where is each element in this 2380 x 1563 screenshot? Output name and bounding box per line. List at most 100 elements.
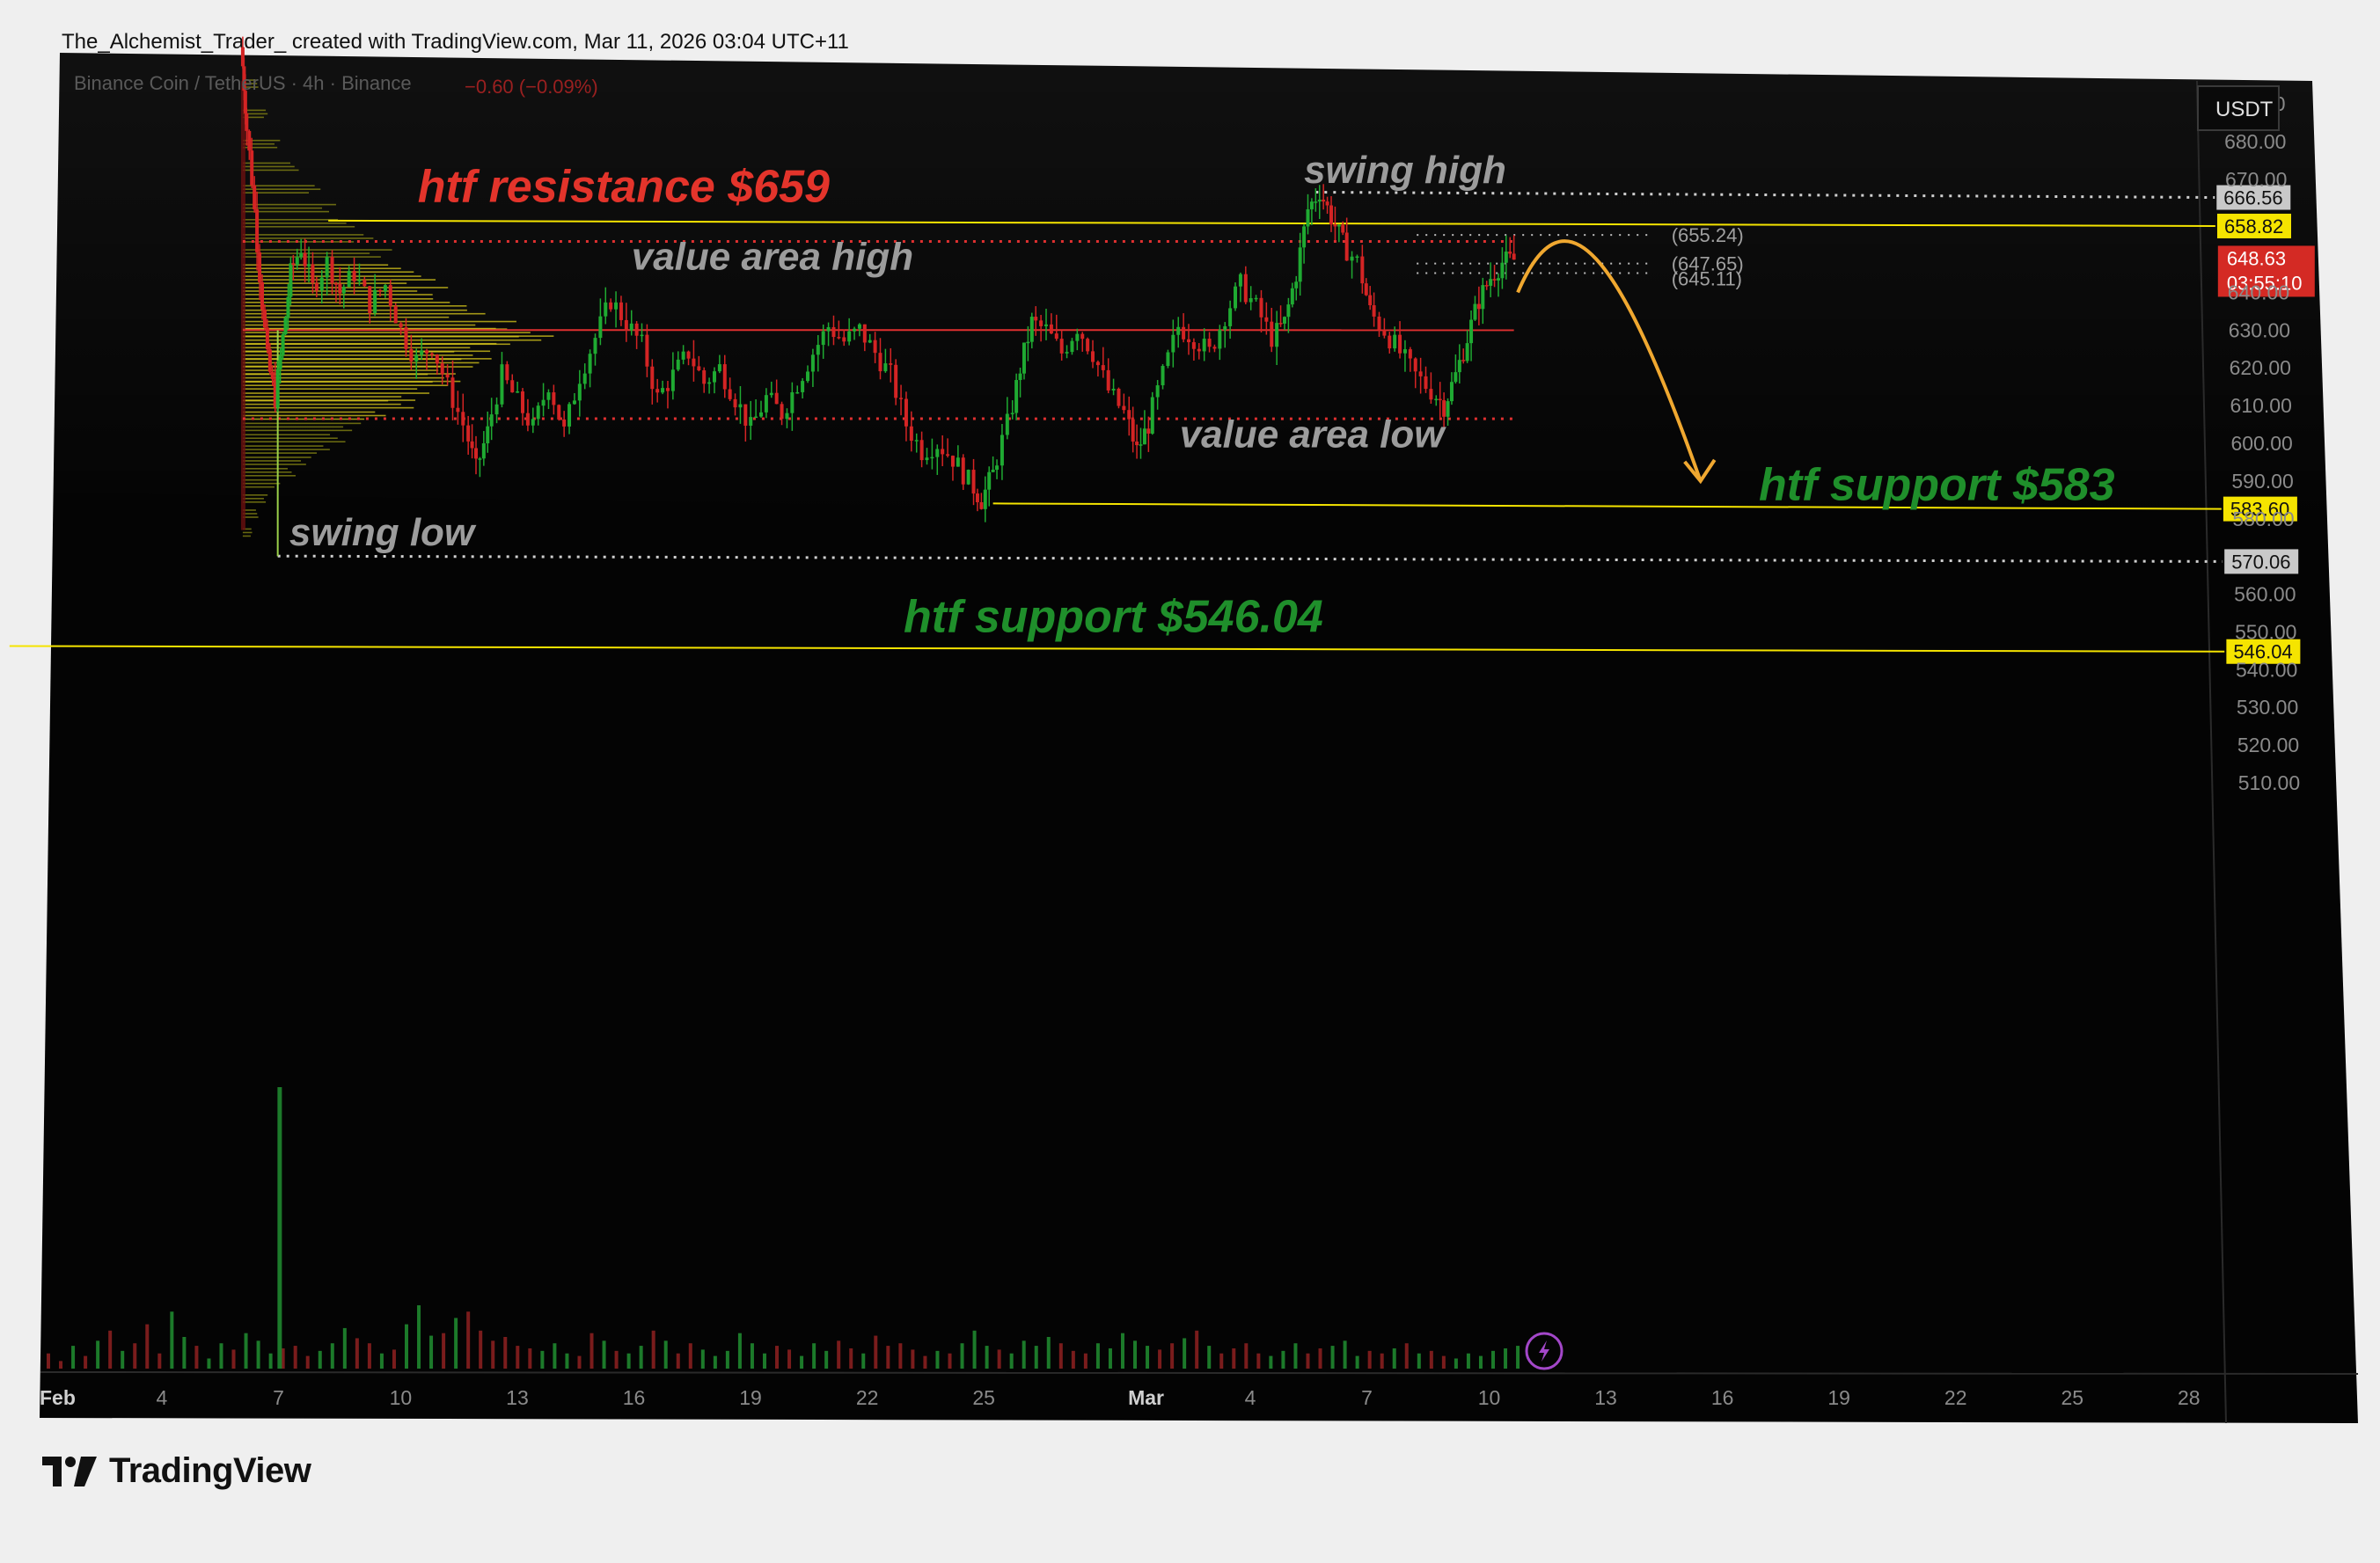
candle-body [759, 412, 763, 417]
volume-bar [985, 1346, 989, 1369]
candle-body [505, 364, 509, 381]
price-chart[interactable]: 658.82583.60546.04666.56570.06(655.24)(6… [0, 0, 2380, 1563]
candle-body [414, 354, 419, 362]
candle-body [946, 454, 950, 456]
candle-body [481, 443, 486, 459]
candle-body [521, 391, 525, 413]
candle-body [1080, 333, 1085, 340]
candle-body [1218, 330, 1222, 349]
volume-profile-row [242, 434, 331, 436]
candle-body [568, 404, 572, 427]
candle-body [1122, 405, 1126, 411]
annotation-0: htf resistance $659 [418, 162, 830, 213]
candle-body [1393, 334, 1397, 349]
volume-profile-row [242, 302, 450, 303]
volume-bar [602, 1340, 606, 1369]
candle-body [983, 489, 987, 509]
y-tick-label: 630.00 [2229, 318, 2290, 341]
volume-bar [503, 1337, 508, 1369]
volume-bar [157, 1353, 162, 1369]
candle-body [275, 369, 280, 408]
candle-body [717, 364, 721, 372]
volume-bar [528, 1348, 532, 1369]
candle-body [1360, 256, 1365, 284]
x-tick-label: 19 [739, 1386, 762, 1409]
volume-profile-row [242, 482, 281, 485]
volume-bar [108, 1330, 113, 1369]
annotation-1: swing high [1304, 149, 1506, 192]
volume-profile-row [242, 264, 389, 267]
volume-bar [663, 1340, 668, 1369]
volume-bar [590, 1333, 594, 1369]
volume-bar [837, 1340, 841, 1369]
volume-bar [1256, 1353, 1261, 1369]
candle-body [1508, 252, 1512, 254]
candle-body [655, 389, 660, 393]
candle-body [1325, 201, 1329, 206]
volume-profile-row [242, 531, 253, 534]
volume-profile-row [242, 339, 542, 341]
x-tick-label: 13 [1594, 1386, 1617, 1409]
candle-body [311, 264, 315, 283]
candle-body [399, 323, 403, 328]
annotation-4: htf support $583 [1759, 459, 2115, 510]
volume-bar [1046, 1337, 1051, 1369]
volume-profile-row [242, 452, 318, 454]
candle-body [1434, 398, 1439, 401]
volume-bar [1318, 1348, 1322, 1369]
volume-bar [737, 1333, 742, 1369]
volume-profile-row [242, 475, 296, 477]
candle-body [1402, 349, 1407, 354]
candle-body [494, 404, 499, 415]
volume-bar [429, 1335, 434, 1369]
candle-body [619, 302, 623, 320]
candle-body [1127, 410, 1131, 420]
candle-body [1026, 341, 1030, 344]
volume-bar [1429, 1350, 1433, 1369]
candle-body [728, 389, 732, 399]
candle-body [1408, 349, 1412, 359]
y-tick-label: 530.00 [2237, 696, 2298, 719]
volume-bar [1146, 1346, 1150, 1369]
volume-bar [96, 1340, 100, 1369]
candle-body [1512, 253, 1516, 260]
volume-profile-row [242, 403, 401, 405]
volume-profile-row [242, 312, 486, 315]
candle-body [821, 331, 825, 346]
candle-body [393, 305, 398, 324]
volume-profile-row [242, 294, 433, 296]
volume-profile-row [242, 494, 268, 496]
candle-body [253, 185, 257, 209]
volume-bar [404, 1324, 408, 1369]
volume-bar [614, 1350, 619, 1369]
candle-body [1418, 371, 1423, 376]
tradingview-brand: TradingView [42, 1451, 311, 1491]
candle-body [1146, 428, 1151, 434]
volume-bar [688, 1343, 692, 1369]
candle-body [614, 302, 619, 310]
candle-body [1286, 304, 1291, 318]
volume-bar [960, 1343, 964, 1369]
candle-body [255, 208, 260, 252]
volume-bar [417, 1305, 421, 1369]
candle-body [247, 130, 252, 151]
candle-body [1155, 385, 1160, 398]
candle-body [1135, 442, 1139, 446]
y-tick-label: 590.00 [2231, 470, 2293, 493]
volume-bar [170, 1311, 174, 1369]
candle-body [785, 413, 789, 420]
volume-profile-row [242, 249, 392, 251]
annotation-2: value area high [632, 236, 913, 279]
candle-body [500, 364, 504, 405]
volume-bar [997, 1349, 1001, 1369]
x-tick-label: 13 [506, 1386, 529, 1409]
candle-body [831, 326, 836, 338]
volume-profile-row [242, 471, 292, 473]
candle-body [1294, 281, 1299, 288]
volume-bar [750, 1343, 754, 1369]
volume-bar [1058, 1343, 1063, 1369]
volume-bar [676, 1353, 680, 1369]
candle-body [593, 338, 597, 354]
volume-bar [1133, 1340, 1138, 1369]
volume-bar [972, 1330, 977, 1369]
